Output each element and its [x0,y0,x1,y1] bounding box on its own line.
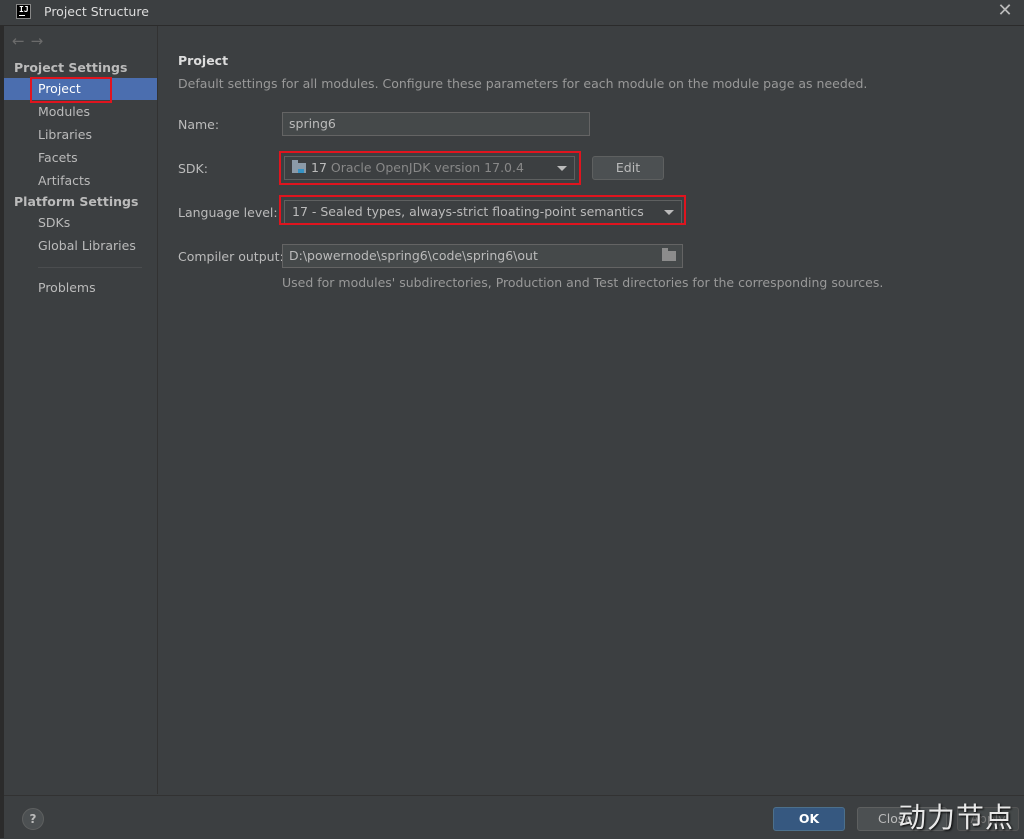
sidebar: ←→ Project Settings Project Modules Libr… [4,26,158,794]
sdk-description: Oracle OpenJDK version 17.0.4 [330,160,524,175]
platform-settings-header: Platform Settings [14,194,139,209]
sdk-label: SDK: [178,161,208,176]
language-level-label: Language level: [178,205,278,220]
ok-button[interactable]: OK [773,807,845,831]
edit-sdk-button[interactable]: Edit [592,156,664,180]
sidebar-item-label: Facets [38,150,78,165]
sidebar-item-modules[interactable]: Modules [4,101,157,123]
language-level-value: 17 - Sealed types, always-strict floatin… [292,204,644,219]
jdk-folder-icon [292,160,306,173]
sidebar-item-project[interactable]: Project [4,78,157,100]
compiler-output-field[interactable]: D:\powernode\spring6\code\spring6\out [282,244,683,268]
sdk-version: 17 [311,160,327,175]
sidebar-divider [38,267,142,268]
sidebar-item-artifacts[interactable]: Artifacts [4,170,157,192]
page-title: Project [178,53,229,68]
sidebar-item-label: Libraries [38,127,92,142]
dialog-footer: ? OK Close Apply [4,795,1024,839]
sidebar-item-libraries[interactable]: Libraries [4,124,157,146]
sidebar-item-label: Project [38,81,81,96]
window-title: Project Structure [44,4,149,19]
chevron-down-icon [557,166,567,171]
forward-arrow-icon[interactable]: → [31,32,50,50]
folder-browse-icon[interactable] [662,248,676,261]
sdk-dropdown[interactable]: 17 Oracle OpenJDK version 17.0.4 [284,156,575,180]
project-settings-header: Project Settings [14,60,128,75]
compiler-output-label: Compiler output: [178,249,284,264]
chevron-down-icon [664,210,674,215]
watermark-text: 动力节点 [898,801,1015,834]
nav-arrows: ←→ [12,32,49,50]
project-name-field[interactable]: spring6 [282,112,590,136]
back-arrow-icon[interactable]: ← [12,32,31,50]
close-window-icon[interactable]: ✕ [996,2,1014,20]
sidebar-item-label: Global Libraries [38,238,136,253]
sidebar-item-facets[interactable]: Facets [4,147,157,169]
name-label: Name: [178,117,220,132]
sidebar-item-sdks[interactable]: SDKs [4,212,157,234]
compiler-output-value: D:\powernode\spring6\code\spring6\out [289,248,538,263]
project-name-value: spring6 [289,116,336,131]
sidebar-item-label: Artifacts [38,173,91,188]
sidebar-item-label: Problems [38,280,96,295]
sidebar-item-label: SDKs [38,215,71,230]
project-settings-panel: Project Default settings for all modules… [158,26,1024,794]
compiler-output-hint: Used for modules' subdirectories, Produc… [282,275,884,290]
sidebar-item-global-libraries[interactable]: Global Libraries [4,235,157,257]
intellij-app-icon: IJ [16,4,31,19]
sidebar-item-problems[interactable]: Problems [4,277,157,299]
language-level-dropdown[interactable]: 17 - Sealed types, always-strict floatin… [284,200,682,224]
app-icon-text: IJ [19,5,29,14]
title-bar: IJ Project Structure ✕ [0,0,1024,26]
sidebar-item-label: Modules [38,104,90,119]
help-button[interactable]: ? [22,808,44,830]
page-description: Default settings for all modules. Config… [178,76,868,91]
